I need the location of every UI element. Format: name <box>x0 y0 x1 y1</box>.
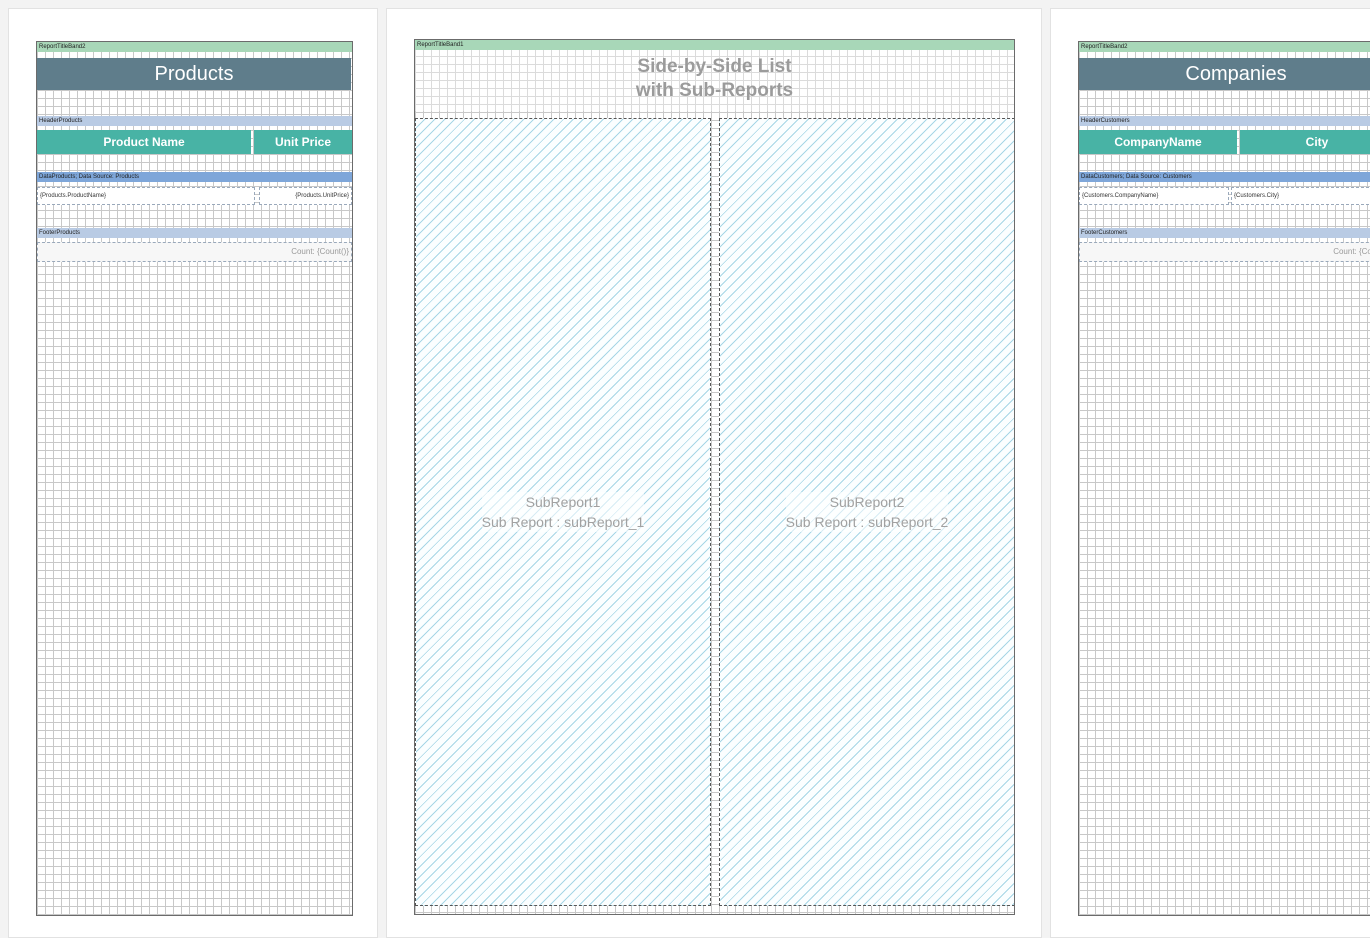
data-field-city[interactable]: {Customers.City} <box>1231 187 1370 205</box>
header-band-label[interactable]: HeaderCustomers <box>1079 116 1370 126</box>
subreport-1[interactable]: SubReport1 Sub Report : subReport_1 <box>415 118 711 906</box>
footer-count[interactable]: Count: {Count()} <box>1079 242 1370 262</box>
data-field-product-name[interactable]: {Products.ProductName} <box>37 187 255 205</box>
products-title[interactable]: Products <box>37 58 351 90</box>
data-field-company-name[interactable]: {Customers.CompanyName} <box>1079 187 1229 205</box>
data-band-label[interactable]: DataProducts; Data Source: Products <box>37 172 352 182</box>
data-field-unit-price[interactable]: {Products.UnitPrice} <box>259 187 352 205</box>
right-report-panel: ReportTitleBand2 Companies HeaderCustome… <box>1050 8 1370 938</box>
report-title-band-label[interactable]: ReportTitleBand2 <box>1079 42 1370 52</box>
header-band-label[interactable]: HeaderProducts <box>37 116 352 126</box>
footer-band-label[interactable]: FooterCustomers <box>1079 228 1370 238</box>
companies-page[interactable]: ReportTitleBand2 Companies HeaderCustome… <box>1078 41 1370 916</box>
subreport-1-desc: Sub Report : subReport_1 <box>481 514 645 530</box>
main-title-line-1: Side-by-Side List <box>637 56 792 77</box>
subreport-2-desc: Sub Report : subReport_2 <box>785 514 949 530</box>
subreport-2-name: SubReport2 <box>829 494 905 510</box>
data-band-label[interactable]: DataCustomers; Data Source: Customers <box>1079 172 1370 182</box>
column-header-company-name[interactable]: CompanyName <box>1079 130 1237 154</box>
report-title-band-label[interactable]: ReportTitleBand2 <box>37 42 352 52</box>
footer-count[interactable]: Count: {Count()} <box>37 242 352 262</box>
main-report-title[interactable]: Side-by-Side List with Sub-Reports <box>415 50 1014 111</box>
main-page[interactable]: ReportTitleBand1 Side-by-Side List with … <box>414 39 1015 915</box>
main-title-line-2: with Sub-Reports <box>635 80 794 101</box>
main-title-band-label[interactable]: ReportTitleBand1 <box>415 40 1014 50</box>
column-header-city[interactable]: City <box>1240 130 1370 154</box>
footer-band-label[interactable]: FooterProducts <box>37 228 352 238</box>
companies-title[interactable]: Companies <box>1079 58 1370 90</box>
main-report-panel: ReportTitleBand1 Side-by-Side List with … <box>386 8 1042 938</box>
subreport-1-label: SubReport1 Sub Report : subReport_1 <box>481 492 645 532</box>
subreport-1-name: SubReport1 <box>525 494 601 510</box>
subreport-2[interactable]: SubReport2 Sub Report : subReport_2 <box>719 118 1014 906</box>
left-report-panel: ReportTitleBand2 Products HeaderProducts… <box>8 8 378 938</box>
products-page[interactable]: ReportTitleBand2 Products HeaderProducts… <box>36 41 353 916</box>
column-header-unit-price[interactable]: Unit Price <box>254 130 352 154</box>
subreport-2-label: SubReport2 Sub Report : subReport_2 <box>785 492 949 532</box>
column-header-product-name[interactable]: Product Name <box>37 130 251 154</box>
